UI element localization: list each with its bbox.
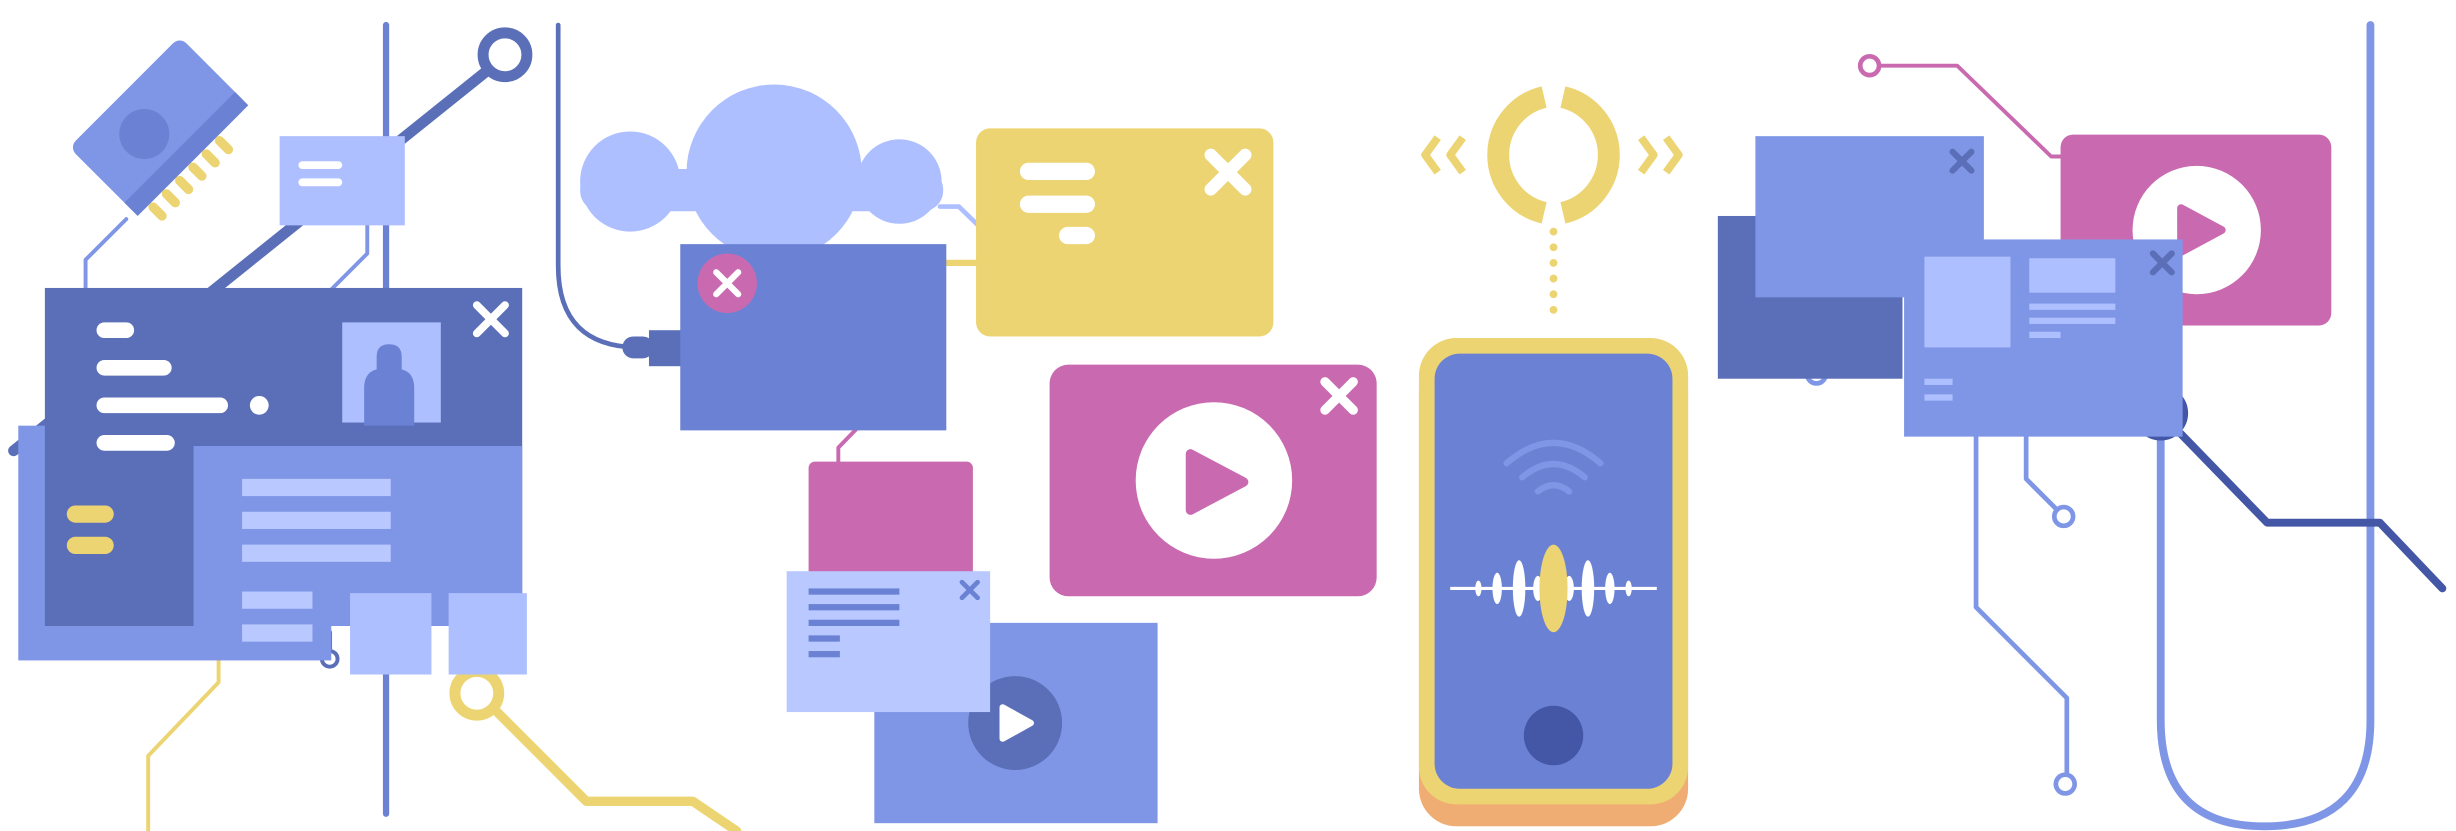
error-window — [680, 244, 947, 431]
code-window — [18, 287, 527, 675]
small-note-card — [279, 136, 405, 226]
video-window — [1049, 364, 1377, 597]
message-card — [976, 128, 1274, 337]
home-button — [1523, 705, 1584, 766]
cloud-icon — [580, 84, 944, 260]
user-avatar-icon — [342, 322, 441, 426]
memory-chip-icon — [72, 40, 249, 221]
smartphone — [1418, 338, 1689, 827]
right-windows — [1717, 134, 2332, 437]
sync-arrows-icon — [1421, 86, 1683, 314]
tech-illustration — [8, 21, 2447, 831]
plug-connector — [622, 330, 684, 367]
